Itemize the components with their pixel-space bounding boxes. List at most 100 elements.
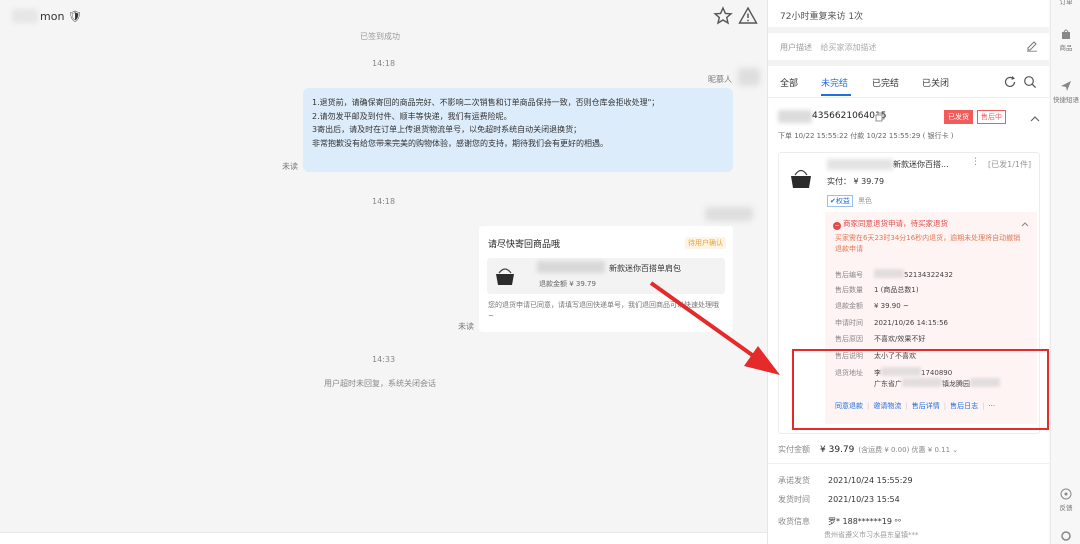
warning-icon[interactable] — [738, 6, 758, 26]
after-sale-key: 售后原因 — [835, 335, 863, 343]
goods-ship-count: [已发1/1件] — [988, 160, 1032, 169]
chat-title: mon 🛡 — [40, 10, 82, 23]
timestamp: 14:18 — [372, 59, 396, 68]
guarantee-badge[interactable]: ✔权益 — [827, 195, 853, 207]
after-sale-row: 售后数量 1 (商品总数1) — [835, 285, 919, 295]
after-sale-key: 售后数量 — [835, 286, 863, 294]
promise-ship-value: 2021/10/24 15:55:29 — [828, 476, 913, 485]
order-tabs: 全部 未完结 已完结 已关闭 — [768, 68, 1049, 98]
strip-goods[interactable]: 商品 — [1051, 28, 1080, 52]
divider — [768, 463, 1049, 464]
strip-orders[interactable]: 订单 — [1051, 0, 1080, 6]
order-meta: 下单 10/22 15:55:22 付款 10/22 15:55:29 ( 银行… — [778, 132, 954, 140]
message-line: 2.请勿发平邮及到付件、顺丰等快递，我们有运费险呢。 — [312, 111, 512, 121]
unread-label: 未读 — [458, 322, 474, 331]
feedback-icon — [1060, 488, 1072, 500]
goods-name-redacted — [827, 159, 893, 170]
bag-icon — [1062, 29, 1070, 39]
user-description-input[interactable]: 给买家添加描述 — [821, 43, 877, 52]
avatar — [705, 207, 753, 221]
message-line: 1.退货前，请确保寄回的商品完好、不影响二次销售和订单商品保持一致，否则仓库会拒… — [312, 98, 660, 107]
chat-sub-note: 已签到成功 — [360, 32, 400, 41]
chat-avatar — [12, 9, 38, 23]
chat-input[interactable] — [0, 532, 767, 544]
after-sale-status: − 商家同意退货申请，待买家退货 — [833, 218, 948, 230]
card-title: 请尽快寄回商品哦 — [488, 240, 561, 250]
receiver-label: 收货信息 — [778, 517, 810, 526]
divider — [768, 60, 1049, 66]
strip-quick-phrases[interactable]: 快捷短语 — [1051, 80, 1080, 104]
send-icon — [1061, 81, 1071, 91]
strip-feedback[interactable]: 反馈 — [1051, 488, 1080, 512]
shipped-badge: 已发货 — [944, 110, 973, 124]
side-toolbar: 订单 商品 快捷短语 反馈 设置 — [1050, 0, 1080, 544]
message-line: 非常抱歉没有给您带来完美的购物体验，感谢您的支持，期待我们会有更好的相遇。 — [312, 138, 608, 148]
receiver-row: 收货信息 罗* 188******19 ᵒᵒ — [778, 516, 901, 527]
card-goods[interactable]: 新款迷你百搭单肩包 退款金额 ¥ 39.79 — [487, 258, 725, 294]
chevron-up-icon[interactable] — [1021, 221, 1029, 227]
payment-breakdown[interactable]: (含运费 ¥ 0.00) 优惠 ¥ 0.11 ⌄ — [858, 446, 958, 454]
ship-time-value: 2021/10/23 15:54 — [828, 495, 900, 504]
divider — [768, 27, 1049, 33]
search-icon[interactable] — [1023, 75, 1037, 89]
strip-settings[interactable]: 设置 — [1051, 530, 1080, 544]
tab-closed[interactable]: 已关闭 — [922, 76, 949, 89]
goods-name-redacted — [537, 261, 605, 273]
promise-ship-label: 承诺发货 — [778, 476, 810, 485]
after-sale-note: 买家需在6天23时34分16秒内退货，逾期未处理将自动撤销退款申请 — [835, 234, 1021, 253]
tab-finished[interactable]: 已完结 — [872, 76, 899, 89]
active-tab-indicator — [821, 94, 851, 96]
refresh-icon[interactable] — [1003, 75, 1017, 89]
after-sale-value: 2021/10/26 14:15:56 — [874, 319, 949, 327]
system-note: 用户超时未回复，系统关闭会话 — [324, 379, 436, 388]
more-icon[interactable]: ⋮ — [971, 157, 980, 167]
card-description: 您的退货申请已同意，请填写退回快递单号，我们退回商品可以快速处理哦~ — [488, 301, 719, 320]
after-sale-badge: 售后中 — [977, 110, 1006, 124]
alert-dot-icon: − — [833, 222, 841, 230]
bag-thumbnail-icon[interactable] — [785, 162, 817, 194]
message-line: 3寄出后，请及时在订单上传退货物流单号，以免超时系统自动关闭退换货； — [312, 125, 582, 134]
payment-summary: 实付金额 ¥ 39.79 (含运费 ¥ 0.00) 优惠 ¥ 0.11 ⌄ — [778, 444, 958, 455]
after-sale-value: 不喜欢/效果不好 — [874, 335, 926, 343]
avatar — [738, 68, 760, 86]
timestamp: 14:33 — [372, 355, 396, 364]
refund-amount: 退款金额 ¥ 39.79 — [539, 280, 596, 288]
unread-label: 未读 — [282, 162, 298, 171]
after-sale-row: 申请时间 2021/10/26 14:15:56 — [835, 318, 948, 328]
after-sale-key: 退款金额 — [835, 302, 863, 310]
message-bubble: 1.退货前，请确保寄回的商品完好、不影响二次销售和订单商品保持一致，否则仓库会拒… — [303, 88, 733, 172]
user-description-row: 用户描述 给买家添加描述 — [780, 42, 877, 53]
receiver-address: 贵州省遵义市习水县东皇镇*** — [824, 531, 919, 539]
promise-ship-row: 承诺发货 2021/10/24 15:55:29 — [778, 475, 913, 486]
goods-color: 黑色 — [858, 197, 872, 205]
tab-all[interactable]: 全部 — [780, 76, 798, 89]
strip-feedback-label: 反馈 — [1059, 504, 1073, 512]
timestamp: 14:18 — [372, 197, 396, 206]
ship-time-row: 发货时间 2021/10/23 15:54 — [778, 494, 900, 505]
strip-quick-phrases-label: 快捷短语 — [1053, 96, 1079, 104]
chat-header: mon 🛡 — [0, 0, 767, 32]
return-request-card[interactable]: 请尽快寄回商品哦 待用户确认 新款迷你百搭单肩包 退款金额 ¥ 39.79 您的… — [479, 226, 733, 332]
goods-name: 新款迷你百搭单肩包 — [609, 264, 681, 273]
star-icon[interactable] — [713, 6, 733, 26]
chevron-up-icon[interactable] — [1030, 115, 1040, 123]
after-sale-value: 52134322432 — [904, 271, 953, 279]
after-sale-row: 售后编号 52134322432 — [835, 269, 953, 280]
bag-thumbnail-icon — [496, 268, 514, 285]
edit-icon[interactable] — [1026, 40, 1038, 52]
after-sale-row: 售后原因 不喜欢/效果不好 — [835, 334, 925, 344]
after-sale-key: 售后编号 — [835, 271, 863, 279]
tab-unfinished[interactable]: 未完结 — [821, 76, 848, 89]
goods-name[interactable]: 新款迷你百搭... — [893, 159, 949, 170]
payment-amount: ¥ 39.79 — [820, 445, 855, 455]
after-sale-status-text: 商家同意退货申请，待买家退货 — [843, 219, 948, 228]
chat-pane: mon 🛡 已签到成功 14:18 昵慕人 1.退货前，请确保寄回的商品完好、不… — [0, 0, 767, 544]
order-id-redacted — [778, 110, 812, 123]
after-sale-value: 1 (商品总数1) — [874, 286, 919, 294]
app-root: mon 🛡 已签到成功 14:18 昵慕人 1.退货前，请确保寄回的商品完好、不… — [0, 0, 1080, 544]
after-sale-row: 退款金额 ¥ 39.90 ~ — [835, 301, 909, 311]
copy-icon[interactable] — [875, 112, 885, 122]
sender-label: 昵慕人 — [708, 75, 732, 84]
payment-label: 实付金额 — [778, 445, 810, 454]
gear-icon — [1061, 531, 1071, 541]
